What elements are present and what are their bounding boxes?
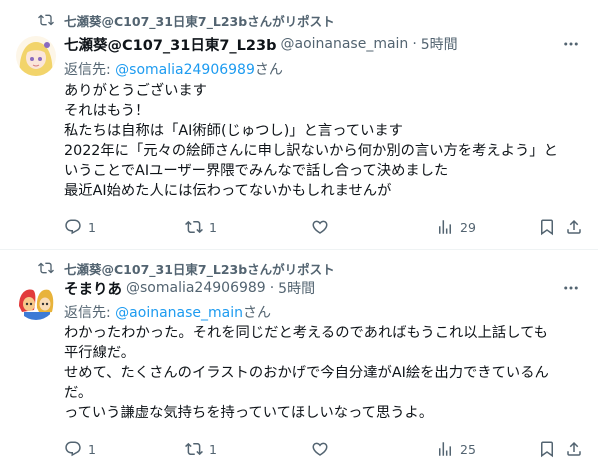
tweet-line: せめて、たくさんのイラストのおかげで今自分達がAI絵を出力できているん xyxy=(64,365,549,381)
tweet-text: わかったわかった。それを同じだと考えるのであればもうこれ以上話しても 平行線だ。… xyxy=(64,323,584,423)
more-icon xyxy=(564,286,578,290)
tweet-line: 最近AI始めた人には伝わってないかもしれませんが xyxy=(64,183,392,199)
repost-indicator[interactable]: 七瀬葵@C107_31日東7_L23bさんがリポスト xyxy=(38,258,335,278)
timestamp[interactable]: 5時間 xyxy=(421,34,458,54)
timestamp[interactable]: 5時間 xyxy=(278,278,315,298)
share-icon xyxy=(567,219,581,234)
heart-icon xyxy=(312,442,328,456)
share-icon xyxy=(567,441,581,456)
reply-to: 返信先: @somalia24906989さん xyxy=(64,59,283,79)
separator-dot: · xyxy=(412,36,417,52)
reply-mention-link[interactable]: @somalia24906989 xyxy=(115,62,255,78)
tweet-line: それはもう！ xyxy=(64,103,150,119)
heart-icon xyxy=(312,220,328,234)
reply-button[interactable]: 1 xyxy=(64,440,96,458)
views-count: 25 xyxy=(460,441,476,457)
repost-icon xyxy=(38,260,54,276)
display-name[interactable]: 七瀬葵@C107_31日東7_L23b xyxy=(64,34,276,55)
tweet-line: 2022年に「元々の絵師さんに申し訳ないから何か別の言い方を考えよう」と xyxy=(64,143,558,159)
bookmark-icon xyxy=(541,441,553,458)
bookmark-button[interactable] xyxy=(538,218,556,236)
tweet-text: ありがとうございます それはもう！ 私たちは自称は「AI術師(じゅつし)」と言っ… xyxy=(64,81,584,201)
tweet-line: っていう謙虚な気持ちを持っていてほしいなって思うよ。 xyxy=(64,405,434,421)
tweet-line: だ。 xyxy=(64,385,93,401)
repost-indicator[interactable]: 七瀬葵@C107_31日東7_L23bさんがリポスト xyxy=(38,10,335,30)
like-button[interactable] xyxy=(311,440,335,458)
repost-count: 1 xyxy=(209,219,217,235)
like-button[interactable] xyxy=(311,218,335,236)
reply-mention-link[interactable]: @aoinanase_main xyxy=(115,305,243,321)
tweet-header: そまりあ @somalia24906989 · 5時間 xyxy=(64,277,582,299)
repost-button[interactable]: 1 xyxy=(185,440,217,458)
user-handle[interactable]: @aoinanase_main xyxy=(280,36,408,52)
views-button[interactable]: 25 xyxy=(436,440,476,458)
display-name[interactable]: そまりあ xyxy=(64,278,122,299)
tweet-line: 平行線だ。 xyxy=(64,345,136,361)
reply-count: 1 xyxy=(88,219,96,235)
repost-icon xyxy=(38,12,54,28)
tweet-line: わかったわかった。それを同じだと考えるのであればもうこれ以上話しても xyxy=(64,325,548,341)
repost-count: 1 xyxy=(209,441,217,457)
action-bar: 1 1 25 xyxy=(58,438,584,460)
tweet-line: ありがとうございます xyxy=(64,83,207,99)
bookmark-button[interactable] xyxy=(538,440,556,458)
more-options-button[interactable] xyxy=(560,277,582,299)
reply-icon xyxy=(65,219,81,235)
reply-suffix: さん xyxy=(243,305,271,321)
more-options-button[interactable] xyxy=(560,33,582,55)
repost-button[interactable]: 1 xyxy=(185,218,217,236)
repost-icon xyxy=(185,220,203,234)
reply-icon xyxy=(65,441,81,457)
reply-to: 返信先: @aoinanase_mainさん xyxy=(64,302,271,322)
reply-prefix: 返信先: xyxy=(64,305,116,321)
bookmark-icon xyxy=(541,219,553,236)
views-button[interactable]: 29 xyxy=(436,218,476,236)
reply-count: 1 xyxy=(88,441,96,457)
tweet[interactable]: 七瀬葵@C107_31日東7_L23bさんがリポスト そまりあ @somalia… xyxy=(0,250,598,470)
more-icon xyxy=(564,42,578,46)
reply-button[interactable]: 1 xyxy=(64,218,96,236)
action-bar: 1 1 29 xyxy=(58,216,584,238)
user-handle[interactable]: @somalia24906989 xyxy=(126,280,266,296)
views-count: 29 xyxy=(460,219,476,235)
tweet[interactable]: 七瀬葵@C107_31日東7_L23bさんがリポスト 七瀬葵@C107_31日東… xyxy=(0,0,598,250)
reply-suffix: さん xyxy=(254,62,283,78)
tweet-line: いうことでAIユーザー界隈でみんなで話し合って決めました xyxy=(64,163,449,179)
repost-icon xyxy=(185,442,203,456)
avatar[interactable] xyxy=(16,280,56,320)
avatar[interactable] xyxy=(16,36,56,76)
analytics-icon xyxy=(439,220,451,234)
reply-prefix: 返信先: xyxy=(64,62,116,78)
analytics-icon xyxy=(439,442,451,456)
repost-label: 七瀬葵@C107_31日東7_L23bさんがリポスト xyxy=(64,261,335,277)
repost-label: 七瀬葵@C107_31日東7_L23bさんがリポスト xyxy=(64,13,335,29)
share-button[interactable] xyxy=(565,440,583,458)
tweet-header: 七瀬葵@C107_31日東7_L23b @aoinanase_main · 5時… xyxy=(64,33,582,55)
share-button[interactable] xyxy=(565,218,583,236)
separator-dot: · xyxy=(269,280,275,296)
tweet-line: 私たちは自称は「AI術師(じゅつし)」と言っています xyxy=(64,123,403,139)
